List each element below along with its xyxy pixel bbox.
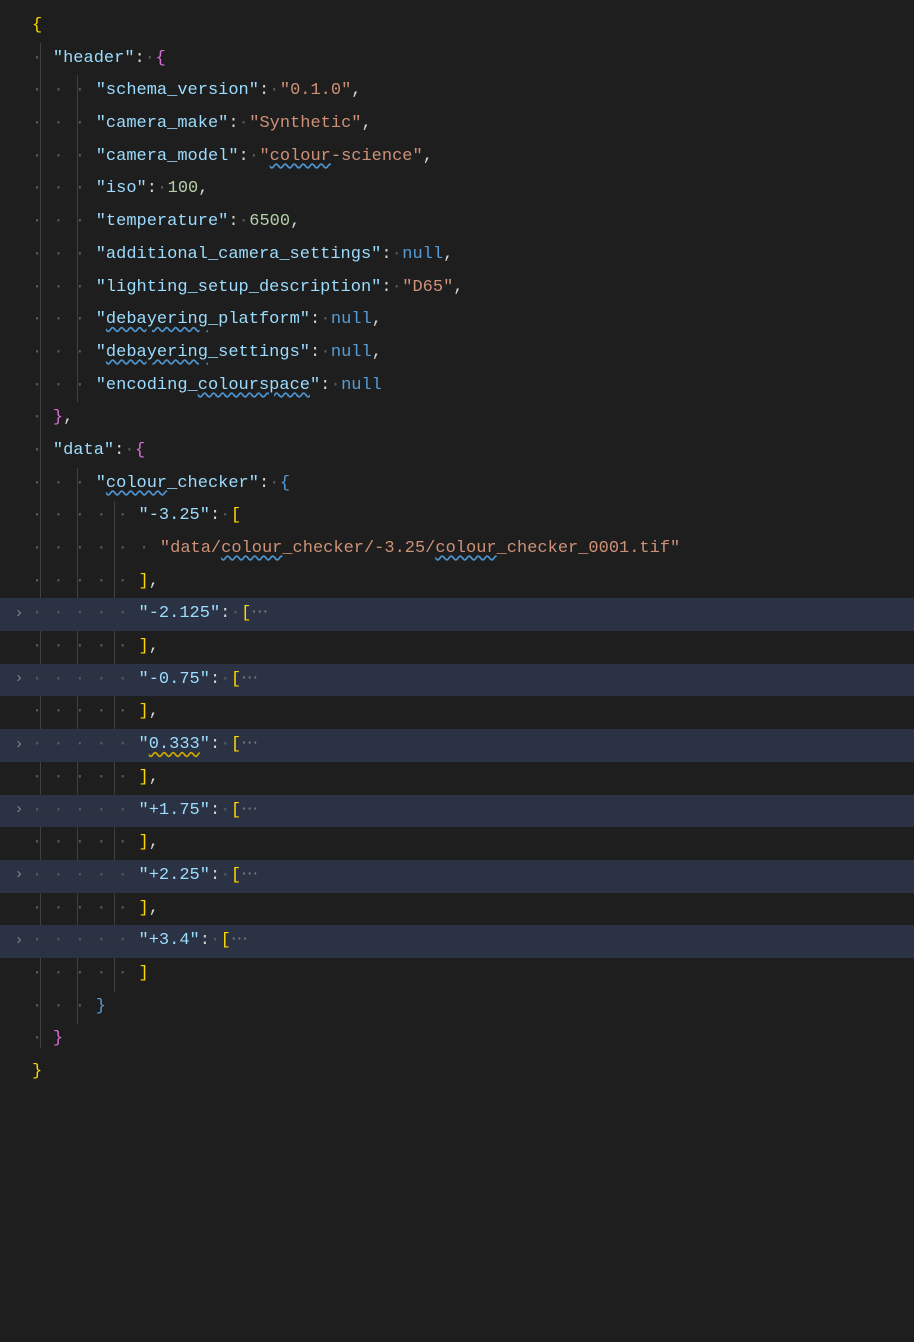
json-value: null	[402, 245, 443, 264]
json-key: data	[63, 441, 104, 460]
json-key: lighting_setup_description	[106, 278, 371, 297]
folded-ellipsis-icon[interactable]: ⋯	[241, 670, 258, 689]
json-value: null	[341, 376, 382, 395]
fold-chevron-icon[interactable]: ›	[11, 925, 27, 958]
fold-chevron-icon[interactable]: ›	[11, 598, 27, 631]
json-key: schema_version	[106, 81, 249, 100]
json-key: +3.4	[149, 931, 190, 950]
fold-chevron-icon[interactable]: ›	[11, 794, 27, 827]
folded-ellipsis-icon[interactable]: ⋯	[241, 801, 258, 820]
json-value: null	[331, 310, 372, 329]
fold-chevron-icon[interactable]: ›	[11, 663, 27, 696]
folded-ellipsis-icon[interactable]: ⋯	[241, 735, 258, 754]
json-key: -0.75	[149, 670, 200, 689]
json-key: 0.333	[149, 735, 200, 754]
json-key: -2.125	[149, 604, 210, 623]
json-key: iso	[106, 179, 137, 198]
json-key: camera_make	[106, 114, 218, 133]
json-key: +1.75	[149, 801, 200, 820]
json-value: 0.1.0	[290, 81, 341, 100]
json-key: temperature	[106, 212, 218, 231]
fold-chevron-icon[interactable]: ›	[11, 859, 27, 892]
json-key: additional_camera_settings	[106, 245, 371, 264]
folded-ellipsis-icon[interactable]: ⋯	[251, 604, 268, 623]
json-value: 100	[168, 179, 199, 198]
code-editor[interactable]: › › › › › › { · "header":·{ · · · "schem…	[0, 0, 914, 1342]
code-content: { · "header":·{ · · · "schema_version":·…	[32, 10, 914, 1089]
json-key: header	[63, 49, 124, 68]
folded-ellipsis-icon[interactable]: ⋯	[241, 866, 258, 885]
json-key: -3.25	[149, 506, 200, 525]
json-value: Synthetic	[259, 114, 351, 133]
json-key: camera_model	[106, 147, 228, 166]
fold-chevron-icon[interactable]: ›	[11, 729, 27, 762]
folded-ellipsis-icon[interactable]: ⋯	[231, 931, 248, 950]
json-key: +2.25	[149, 866, 200, 885]
json-value: 6500	[249, 212, 290, 231]
json-value: D65	[412, 278, 443, 297]
json-value: null	[331, 343, 372, 362]
